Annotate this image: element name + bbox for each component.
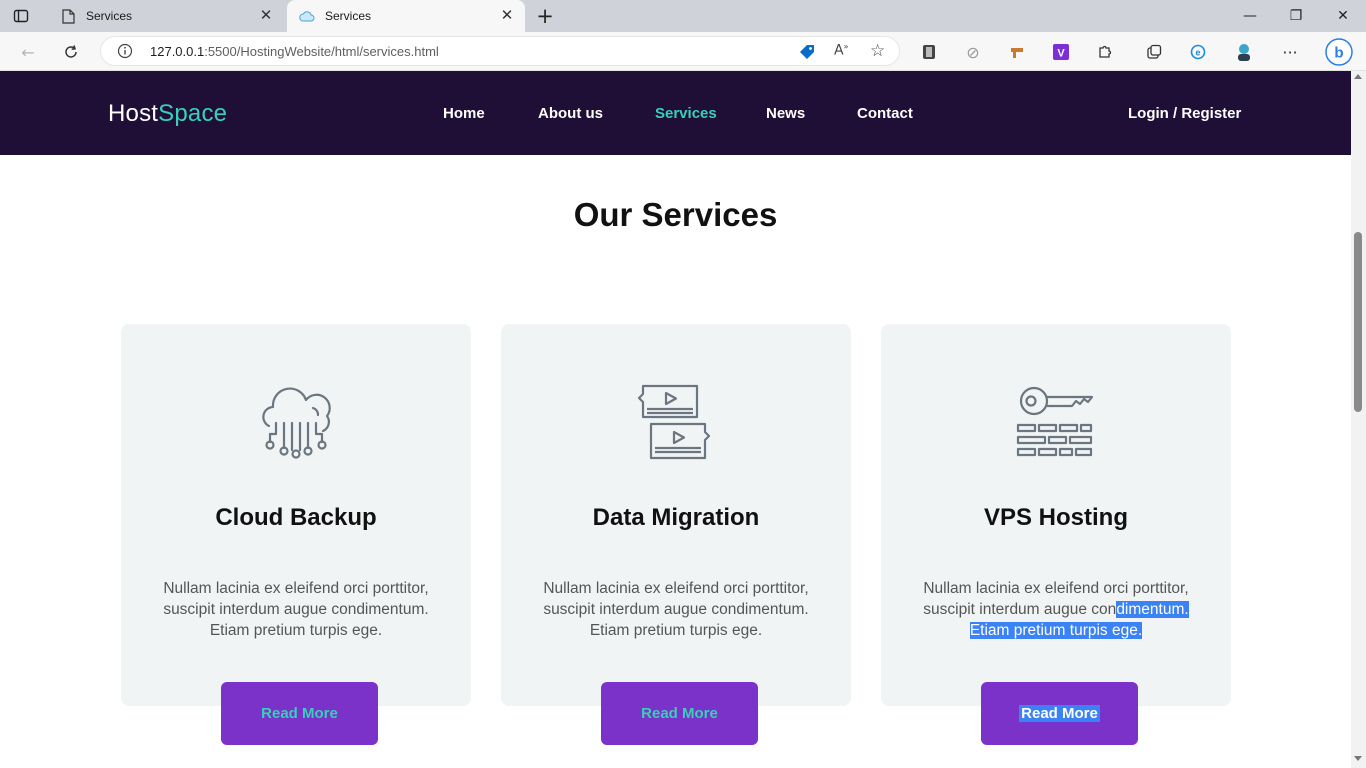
add-favorite-icon[interactable]: ☆	[870, 41, 885, 61]
key-firewall-icon	[1015, 382, 1097, 464]
address-bar[interactable]: 127.0.0.1:5500/HostingWebsite/html/servi…	[100, 36, 900, 66]
card-title: Cloud Backup	[215, 504, 377, 531]
site-logo[interactable]: HostSpace	[108, 100, 227, 128]
card-title: Data Migration	[592, 504, 760, 531]
extension-1-icon[interactable]	[918, 41, 940, 63]
card-desc-line: Nullam lacinia ex eleifend orci porttito…	[163, 580, 429, 597]
minimize-icon[interactable]: —	[1240, 6, 1260, 26]
logo-main-text: Host	[108, 100, 159, 127]
service-card-cloud-backup: Cloud Backup Nullam lacinia ex eleifend …	[121, 324, 471, 706]
tab-actions-icon[interactable]	[12, 7, 30, 25]
scrollbar-thumb[interactable]	[1354, 232, 1362, 412]
scroll-down-icon[interactable]	[1354, 756, 1362, 761]
card-desc-line: Etiam pretium turpis ege.	[589, 622, 763, 639]
browser-toolbar: ← 127.0.0.1:5500/HostingWebsite/html/ser…	[0, 32, 1366, 71]
read-more-button-cloud-backup[interactable]: Read More	[221, 682, 378, 745]
url-host: 127.0.0.1	[150, 44, 205, 59]
browser-tab-2-active[interactable]: Services ✕	[287, 0, 525, 32]
read-more-button-vps-hosting[interactable]: Read More	[981, 682, 1138, 745]
card-description: Nullam lacinia ex eleifend orci porttito…	[151, 578, 441, 641]
read-more-label: Read More	[1019, 705, 1100, 722]
card-desc-line: Nullam lacinia ex eleifend orci porttito…	[923, 580, 1189, 597]
shopping-tag-icon[interactable]	[798, 43, 816, 65]
url-path: :5500/HostingWebsite/html/services.html	[204, 44, 439, 59]
site-header: HostSpace Home About us Services News Co…	[0, 71, 1351, 155]
refresh-icon[interactable]	[60, 41, 82, 63]
card-desc-line: Etiam pretium turpis ege.	[209, 622, 383, 639]
card-desc-line: suscipit interdum augue condimentum.	[543, 601, 809, 618]
tab-title: Services	[86, 9, 133, 23]
card-description: Nullam lacinia ex eleifend orci porttito…	[911, 578, 1201, 641]
card-description: Nullam lacinia ex eleifend orci porttito…	[531, 578, 821, 641]
svg-text:e: e	[1195, 48, 1200, 58]
more-options-icon[interactable]: ···	[1279, 41, 1301, 63]
card-title: VPS Hosting	[983, 504, 1128, 531]
read-more-button-data-migration[interactable]: Read More	[601, 682, 758, 745]
nav-contact[interactable]: Contact	[857, 105, 913, 122]
service-card-vps-hosting: VPS Hosting Nullam lacinia ex eleifend o…	[881, 324, 1231, 706]
close-tab-icon[interactable]: ✕	[258, 8, 274, 24]
selected-text: dimentum.	[1116, 601, 1189, 618]
svg-text:V: V	[1057, 48, 1065, 60]
v-extension-icon[interactable]: V	[1050, 41, 1072, 63]
compass-icon[interactable]: ⊘	[962, 41, 984, 63]
extensions-puzzle-icon[interactable]	[1094, 41, 1116, 63]
card-desc-line: Nullam lacinia ex eleifend orci porttito…	[543, 580, 809, 597]
selected-text: Etiam pretium turpis ege.	[969, 622, 1143, 639]
card-desc-line: suscipit interdum augue con	[923, 601, 1117, 618]
page-icon	[60, 8, 76, 24]
new-tab-icon[interactable]: +	[534, 5, 556, 27]
cloud-network-icon	[255, 382, 337, 464]
nav-home[interactable]: Home	[443, 105, 485, 122]
close-window-icon[interactable]: ✕	[1333, 6, 1353, 26]
collections-icon[interactable]	[1143, 41, 1165, 63]
bing-copilot-icon[interactable]: b	[1325, 38, 1353, 66]
section-title: Our Services	[573, 196, 778, 233]
restore-icon[interactable]: ❐	[1286, 6, 1306, 26]
profile-avatar-icon[interactable]	[1233, 41, 1255, 63]
back-icon[interactable]: ←	[17, 41, 39, 63]
url-text: 127.0.0.1:5500/HostingWebsite/html/servi…	[150, 44, 439, 59]
card-desc-line: suscipit interdum augue condimentum.	[163, 601, 429, 618]
extension-2-icon[interactable]	[1006, 41, 1028, 63]
nav-services[interactable]: Services	[655, 105, 717, 122]
logo-accent-text: Space	[158, 100, 228, 127]
login-register-link[interactable]: Login / Register	[1128, 105, 1241, 122]
close-tab-icon[interactable]: ✕	[499, 8, 515, 24]
browser-tab-bar: Services ✕ Services ✕ + — ❐ ✕	[0, 0, 1366, 32]
svg-text:b: b	[1334, 45, 1343, 62]
cloud-favicon-icon	[299, 8, 315, 24]
video-transfer-icon	[635, 382, 717, 464]
service-card-data-migration: Data Migration Nullam lacinia ex eleifen…	[501, 324, 851, 706]
nav-news[interactable]: News	[766, 105, 805, 122]
browser-tab-1[interactable]: Services ✕	[48, 0, 284, 32]
tab-title: Services	[325, 9, 372, 23]
scroll-up-icon[interactable]	[1354, 74, 1362, 79]
ie-mode-icon[interactable]: e	[1187, 41, 1209, 63]
page-scrollbar[interactable]	[1351, 71, 1366, 768]
nav-about-us[interactable]: About us	[538, 105, 603, 122]
read-aloud-icon[interactable]: A»	[834, 42, 848, 59]
site-info-icon[interactable]	[117, 43, 133, 59]
